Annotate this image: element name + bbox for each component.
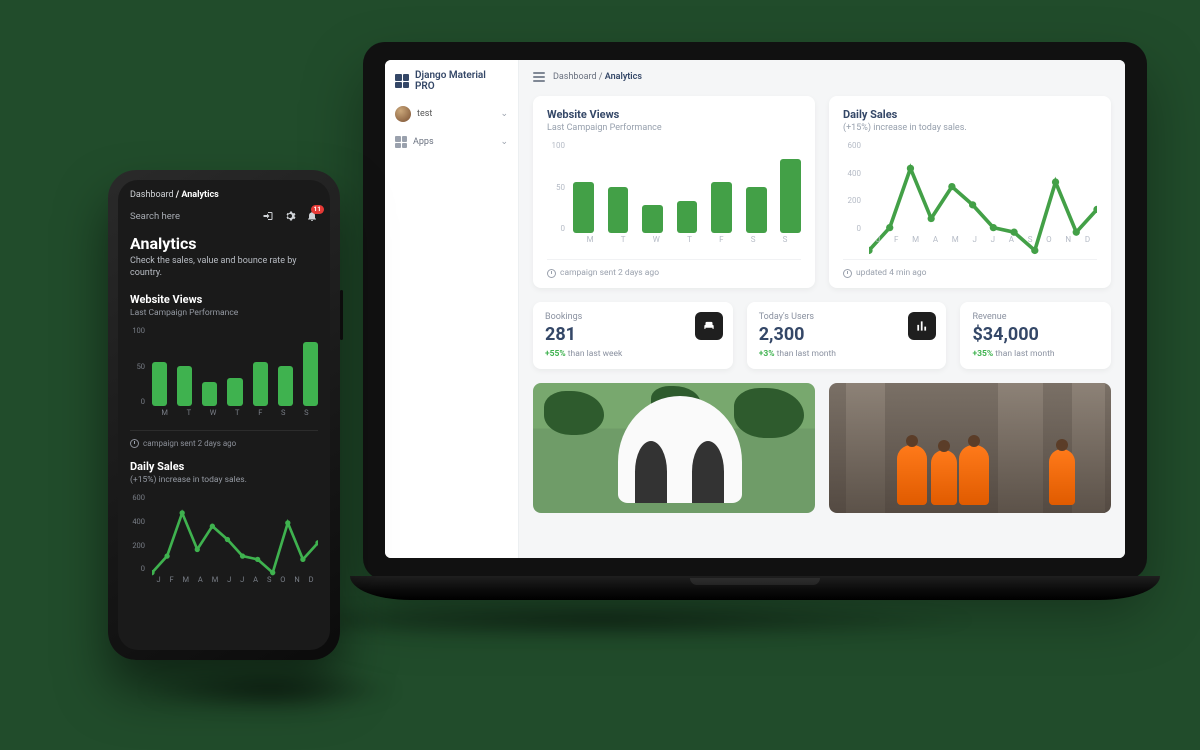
brand-icon: [395, 74, 409, 88]
image-card-1[interactable]: [533, 383, 815, 513]
gear-icon[interactable]: [284, 210, 296, 222]
sidebar-item-label: Apps: [413, 137, 434, 147]
stat-delta: +3% than last month: [759, 349, 935, 359]
bell-icon[interactable]: 11: [306, 210, 318, 222]
stat-label: Revenue: [972, 312, 1099, 322]
card-title: Website Views: [130, 293, 318, 306]
main-content: Dashboard / Analytics Website Views Last…: [519, 60, 1125, 558]
apps-icon: [395, 136, 407, 148]
card-website-views: Website Views Last Campaign Performance …: [533, 96, 815, 288]
image-card-2[interactable]: [829, 383, 1111, 513]
card-footer: campaign sent 2 days ago: [547, 259, 801, 278]
stat-value: $34,000: [972, 324, 1099, 345]
clock-icon: [843, 269, 852, 278]
breadcrumb-root[interactable]: Dashboard: [553, 72, 597, 82]
page-subtitle: Check the sales, value and bounce rate b…: [130, 255, 318, 279]
page-title: Analytics: [130, 234, 318, 253]
breadcrumb-current: Analytics: [605, 72, 642, 82]
phone-mockup: Dashboard / Analytics Search here 11: [108, 170, 340, 660]
breadcrumb: Dashboard / Analytics: [553, 72, 642, 82]
avatar: [395, 106, 411, 122]
sidebar-item-apps[interactable]: Apps ⌄: [395, 132, 508, 152]
notification-badge: 11: [311, 205, 324, 214]
chart-website-views-mobile: 100500 MTWTFSS: [130, 326, 318, 422]
card-title: Website Views: [547, 108, 801, 121]
brand-label: Django Material PRO: [415, 70, 508, 92]
card-title: Daily Sales: [130, 460, 318, 473]
card-daily-sales: Daily Sales (+15%) increase in today sal…: [829, 96, 1111, 288]
breadcrumb-current: Analytics: [181, 190, 218, 200]
stat-users: Today's Users 2,300 +3% than last month: [747, 302, 947, 369]
bar-chart-icon: [908, 312, 936, 340]
chart-website-views: 100500 MTWTFSS: [547, 141, 801, 251]
brand[interactable]: Django Material PRO: [395, 70, 508, 92]
stat-delta: +55% than last week: [545, 349, 721, 359]
laptop-mockup: Django Material PRO test ⌄ Apps ⌄: [350, 42, 1160, 600]
clock-icon: [130, 439, 139, 448]
card-subtitle: (+15%) increase in today sales.: [130, 475, 318, 485]
card-footer: campaign sent 2 days ago: [130, 430, 318, 448]
breadcrumb: Dashboard / Analytics: [130, 190, 318, 200]
weekend-icon: [695, 312, 723, 340]
stat-bookings: Bookings 281 +55% than last week: [533, 302, 733, 369]
card-subtitle: Last Campaign Performance: [547, 123, 801, 133]
chevron-down-icon: ⌄: [500, 137, 508, 147]
card-subtitle: (+15%) increase in today sales.: [843, 123, 1097, 133]
hamburger-icon[interactable]: [533, 72, 545, 82]
sidebar-user[interactable]: test ⌄: [395, 106, 508, 122]
chart-daily-sales-mobile: 6004002000 JFMAMJJASOND: [130, 493, 318, 589]
breadcrumb-root[interactable]: Dashboard: [130, 190, 174, 200]
sidebar: Django Material PRO test ⌄ Apps ⌄: [385, 60, 519, 558]
stat-delta: +35% than last month: [972, 349, 1099, 359]
chevron-down-icon: ⌄: [500, 109, 508, 119]
card-title: Daily Sales: [843, 108, 1097, 121]
chart-daily-sales: 6004002000 JFMAMJJASOND: [843, 141, 1097, 251]
sign-in-icon[interactable]: [262, 210, 274, 222]
card-subtitle: Last Campaign Performance: [130, 308, 318, 318]
user-name: test: [417, 109, 432, 119]
search-input[interactable]: Search here: [130, 211, 180, 222]
topbar: Dashboard / Analytics: [533, 60, 1111, 94]
stat-revenue: Revenue $34,000 +35% than last month: [960, 302, 1111, 369]
clock-icon: [547, 269, 556, 278]
